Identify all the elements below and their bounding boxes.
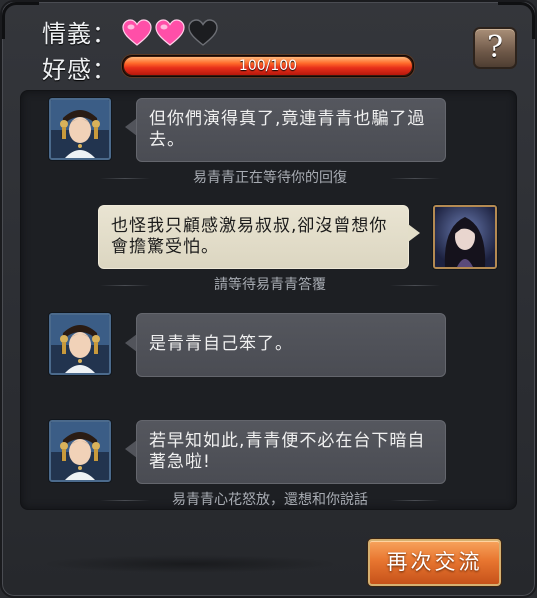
npc-portrait-image	[51, 315, 109, 373]
favor-label: 好感：	[42, 56, 117, 84]
player-message-bubble: 也怪我只顧感激易叔叔,卻沒曾想你會擔驚受怕。	[98, 205, 409, 269]
heart-empty-icon	[188, 19, 218, 46]
reply-status: 請等待易青青答覆	[90, 276, 450, 294]
npc-portrait-image	[51, 422, 109, 480]
message-text: 若早知如此,青青便不必在台下暗自著急啦!	[149, 431, 426, 472]
player-portrait-image	[435, 207, 495, 267]
loyalty-label: 情義：	[42, 20, 117, 48]
heart-filled-icon	[122, 19, 152, 46]
help-button[interactable]: ?	[473, 27, 517, 69]
favor-bar: 100/100	[122, 55, 414, 77]
message-text: 也怪我只顧感激易叔叔,卻沒曾想你會擔驚受怕。	[111, 216, 388, 257]
npc-message-bubble: 若早知如此,青青便不必在台下暗自著急啦!	[136, 420, 446, 484]
npc-avatar	[49, 98, 111, 160]
bubble-tail	[408, 224, 420, 242]
message-text: 是青青自己笨了。	[149, 334, 293, 354]
npc-avatar	[49, 420, 111, 482]
footer-shadow	[40, 555, 340, 573]
heart-filled-icon	[155, 19, 185, 46]
message-text: 但你們演得真了,竟連青青也騙了過去。	[149, 109, 426, 150]
player-avatar	[433, 205, 497, 269]
favor-bar-text: 100/100	[238, 58, 298, 74]
help-icon: ?	[486, 30, 504, 65]
npc-message-bubble: 但你們演得真了,竟連青青也騙了過去。	[136, 98, 446, 162]
npc-portrait-image	[51, 100, 109, 158]
reply-status: 易青青正在等待你的回復	[90, 169, 450, 187]
reply-status: 易青青心花怒放，還想和你說話	[90, 491, 450, 509]
talk-again-button[interactable]: 再次交流	[368, 539, 501, 586]
npc-message-bubble: 是青青自己笨了。	[136, 313, 446, 377]
npc-avatar	[49, 313, 111, 375]
